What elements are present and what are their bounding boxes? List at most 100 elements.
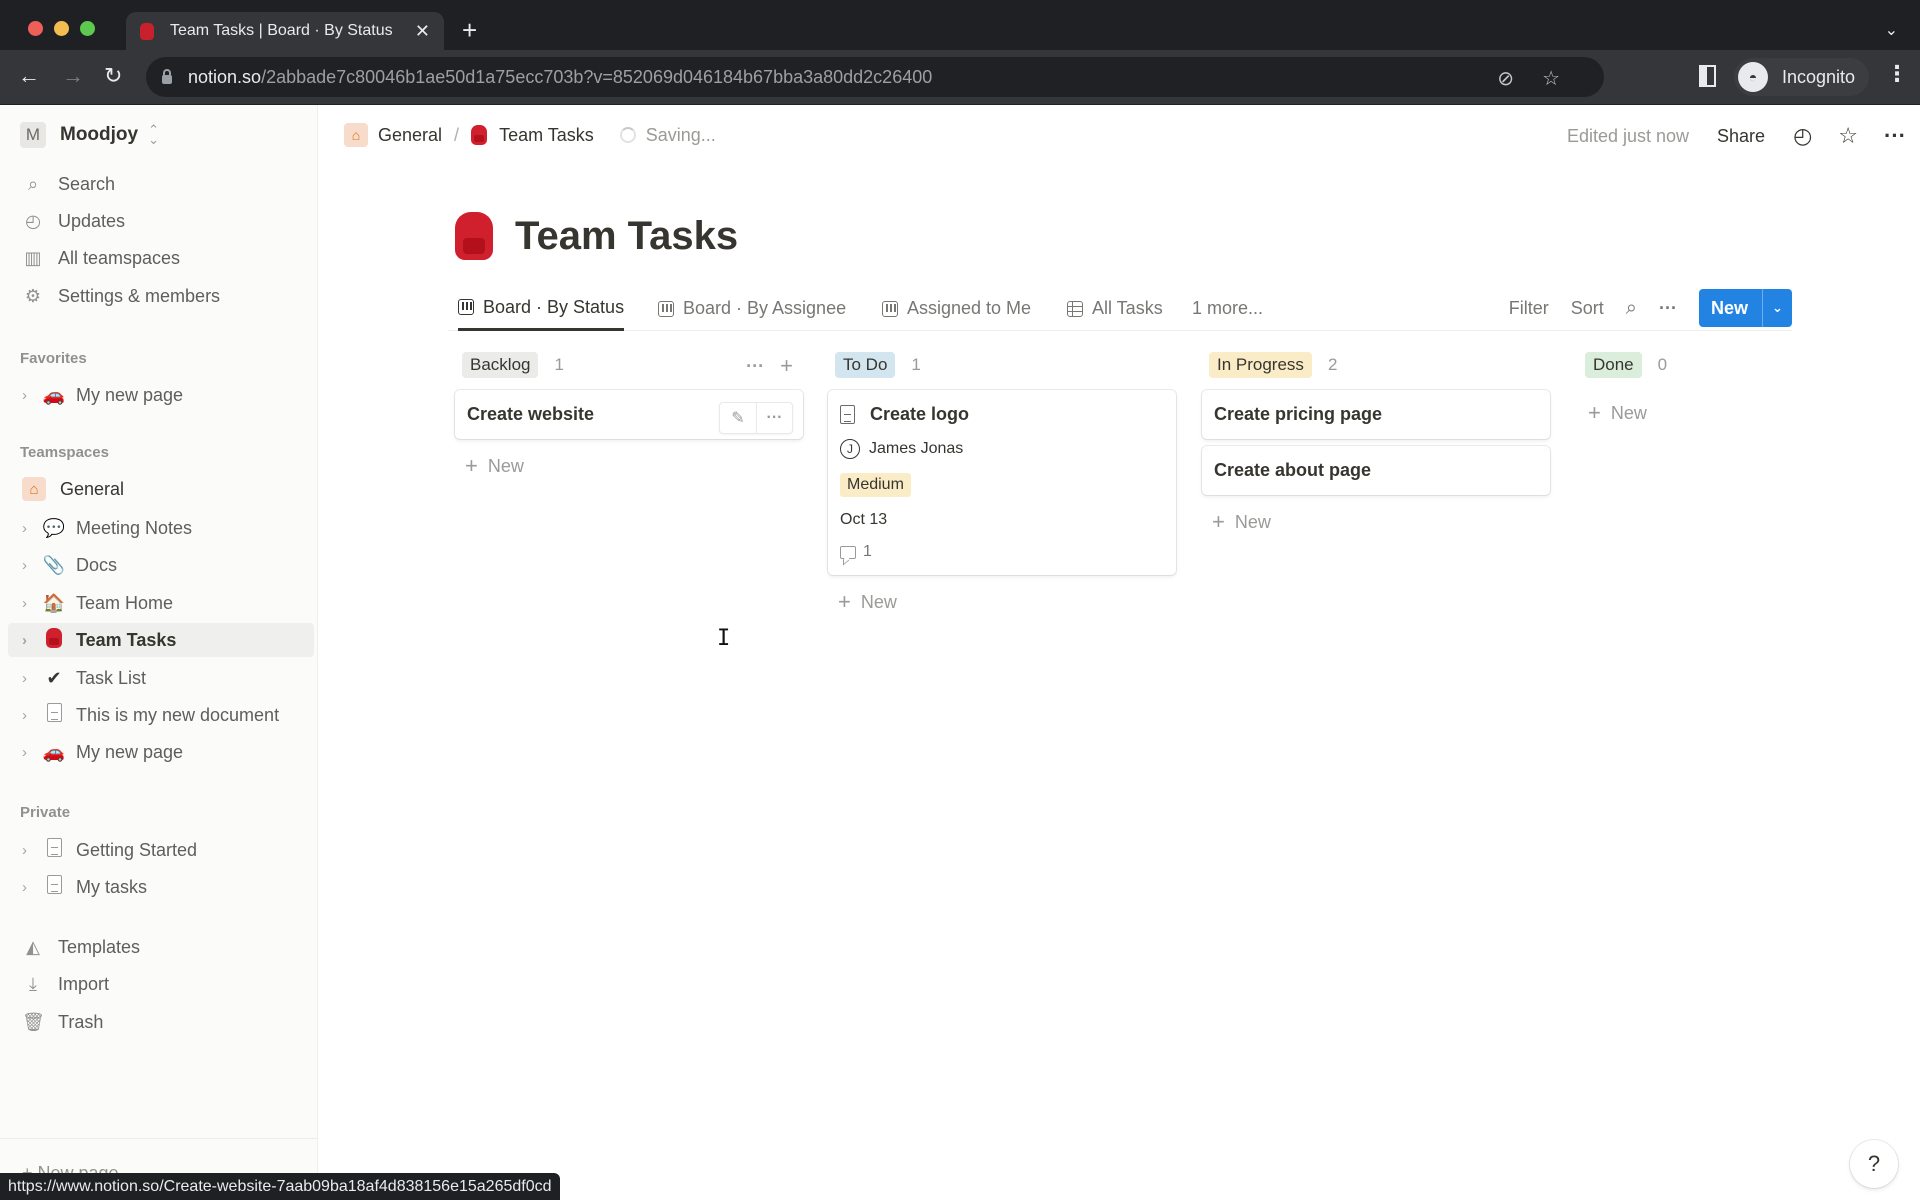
breadcrumb-general[interactable]: General bbox=[378, 125, 442, 146]
breadcrumb-separator: / bbox=[454, 124, 460, 145]
sidebar-page-docs[interactable]: › 📎 Docs bbox=[8, 548, 314, 582]
tab-label: Board · By Status bbox=[483, 296, 625, 317]
tab-all-tasks[interactable]: All Tasks bbox=[1067, 286, 1163, 331]
board-card[interactable]: Create pricing page bbox=[1202, 390, 1550, 439]
close-tab-icon[interactable]: ✕ bbox=[415, 21, 430, 42]
backpack-favicon-icon bbox=[140, 22, 154, 40]
sidebar-item-trash[interactable]: 🗑 Trash bbox=[8, 1005, 314, 1039]
chevron-right-icon[interactable]: › bbox=[22, 557, 34, 574]
chevron-right-icon[interactable]: › bbox=[22, 744, 34, 761]
backpack-page-icon[interactable] bbox=[455, 212, 493, 260]
more-options-icon[interactable]: ··· bbox=[1659, 298, 1677, 319]
column-count: 1 bbox=[911, 355, 921, 374]
sidebar-page-my-new-page-2[interactable]: › 🚗 My new page bbox=[8, 735, 314, 769]
history-clock-icon[interactable]: ◴ bbox=[1793, 123, 1812, 149]
sidebar-page-meeting-notes[interactable]: › 💬 Meeting Notes bbox=[8, 511, 314, 545]
sidebar-page-team-home[interactable]: › 🏠 Team Home bbox=[8, 586, 314, 620]
more-options-icon[interactable]: ··· bbox=[746, 356, 764, 377]
browser-tab[interactable]: Team Tasks | Board · By Status ✕ bbox=[126, 12, 444, 50]
chevron-right-icon[interactable]: › bbox=[22, 879, 34, 896]
board-card[interactable]: Create about page bbox=[1202, 446, 1550, 495]
column-header: To Do 1 bbox=[828, 350, 1176, 380]
maximize-window-button[interactable] bbox=[80, 21, 95, 36]
plus-icon[interactable]: + bbox=[780, 353, 793, 379]
board-column-todo: To Do 1 Create logo J James Jonas Medium… bbox=[828, 350, 1176, 617]
page-title[interactable]: Team Tasks bbox=[515, 214, 738, 259]
add-card-button[interactable]: + New bbox=[828, 587, 1176, 617]
minimize-window-button[interactable] bbox=[54, 21, 69, 36]
more-views-button[interactable]: 1 more... bbox=[1192, 286, 1263, 331]
paperclip-icon: 📎 bbox=[42, 554, 66, 575]
workspace-switcher[interactable]: M Moodjoy ⌃ ⌄ bbox=[20, 122, 159, 148]
templates-icon: ◭ bbox=[26, 936, 40, 957]
forward-arrow-icon[interactable]: → bbox=[62, 62, 84, 90]
document-icon bbox=[42, 703, 66, 727]
chevron-right-icon[interactable]: › bbox=[22, 670, 34, 687]
sidebar-page-new-document[interactable]: › This is my new document bbox=[8, 698, 314, 732]
new-button[interactable]: New ⌄ bbox=[1698, 289, 1792, 327]
new-tab-button[interactable]: + bbox=[462, 17, 477, 43]
sidebar-page-getting-started[interactable]: › Getting Started bbox=[8, 833, 314, 867]
chevron-right-icon[interactable]: › bbox=[22, 520, 34, 537]
add-card-button[interactable]: + New bbox=[1202, 507, 1550, 537]
breadcrumb-team-tasks[interactable]: Team Tasks bbox=[499, 125, 594, 146]
status-pill[interactable]: Done bbox=[1585, 352, 1642, 378]
status-pill[interactable]: Backlog bbox=[462, 352, 539, 378]
side-panel-icon[interactable] bbox=[1699, 65, 1716, 87]
column-tools: ··· + bbox=[730, 353, 793, 379]
search-icon[interactable]: ⌕ bbox=[1626, 297, 1637, 320]
more-options-icon[interactable]: ··· bbox=[1884, 123, 1906, 149]
help-button[interactable]: ? bbox=[1850, 1140, 1898, 1188]
pencil-icon[interactable]: ✎ bbox=[720, 403, 756, 433]
sidebar-item-all-teamspaces[interactable]: ▥ All teamspaces bbox=[8, 241, 314, 275]
tab-search-chevron-icon[interactable]: ⌄ bbox=[1885, 20, 1898, 40]
close-window-button[interactable] bbox=[28, 21, 43, 36]
chevron-down-icon[interactable]: ⌄ bbox=[1762, 289, 1792, 327]
sidebar-item-updates[interactable]: ◴ Updates bbox=[8, 204, 314, 238]
share-button[interactable]: Share bbox=[1717, 126, 1765, 147]
tab-assigned-to-me[interactable]: Assigned to Me bbox=[882, 286, 1031, 331]
sidebar-item-import[interactable]: ⤓ Import bbox=[8, 967, 314, 1001]
more-options-icon[interactable]: ··· bbox=[756, 403, 792, 433]
reload-icon[interactable]: ↻ bbox=[104, 62, 122, 90]
filter-button[interactable]: Filter bbox=[1509, 298, 1549, 319]
address-bar[interactable]: notion.so/2abbade7c80046b1ae50d1a75ecc70… bbox=[146, 57, 1604, 97]
chevron-right-icon[interactable]: › bbox=[22, 595, 34, 612]
private-heading: Private bbox=[20, 804, 71, 821]
tab-board-by-assignee[interactable]: Board · By Assignee bbox=[658, 286, 846, 331]
eye-slash-icon[interactable]: ⊘ bbox=[1497, 66, 1514, 91]
add-card-label: New bbox=[487, 455, 524, 476]
sidebar-page-my-tasks[interactable]: › My tasks bbox=[8, 870, 314, 904]
browser-menu-icon[interactable]: ⋮ bbox=[1886, 61, 1908, 87]
chevron-right-icon[interactable]: › bbox=[22, 387, 34, 404]
status-pill[interactable]: To Do bbox=[835, 352, 896, 378]
chevron-right-icon[interactable]: › bbox=[22, 707, 34, 724]
link-status-bar: https://www.notion.so/Create-website-7aa… bbox=[0, 1173, 560, 1200]
board-card[interactable]: Create website ✎ ··· bbox=[455, 390, 803, 439]
sidebar-page-team-tasks[interactable]: › Team Tasks bbox=[8, 623, 314, 657]
tab-board-by-status[interactable]: Board · By Status bbox=[458, 286, 625, 331]
chevron-right-icon[interactable]: › bbox=[22, 842, 34, 859]
new-button-label[interactable]: New bbox=[1699, 298, 1762, 319]
sidebar-item-search[interactable]: ⌕ Search bbox=[8, 167, 314, 201]
incognito-profile-button[interactable]: ◓ Incognito bbox=[1734, 58, 1870, 96]
bookmark-star-icon[interactable]: ☆ bbox=[1542, 66, 1560, 91]
favorite-star-icon[interactable]: ☆ bbox=[1838, 123, 1858, 149]
sidebar-page-my-new-page[interactable]: › 🚗 My new page bbox=[8, 378, 314, 412]
sidebar-page-task-list[interactable]: › ✔ Task List bbox=[8, 661, 314, 695]
sidebar-teamspace-general[interactable]: ⌂ General bbox=[8, 472, 314, 506]
add-card-button[interactable]: + New bbox=[455, 451, 803, 481]
board-card[interactable]: Create logo J James Jonas Medium Oct 13 … bbox=[828, 390, 1176, 575]
add-card-button[interactable]: + New bbox=[1578, 398, 1778, 428]
sort-button[interactable]: Sort bbox=[1571, 298, 1604, 319]
sidebar-item-templates[interactable]: ◭ Templates bbox=[8, 930, 314, 964]
sidebar-item-settings[interactable]: ⚙ Settings & members bbox=[8, 279, 314, 313]
comment-count: 1 bbox=[863, 543, 872, 560]
status-pill[interactable]: In Progress bbox=[1209, 352, 1312, 378]
checkmark-icon: ✔ bbox=[46, 667, 62, 688]
chevron-right-icon[interactable]: › bbox=[22, 632, 34, 649]
house-icon: ⌂ bbox=[344, 123, 368, 147]
browser-toolbar: ← → ↻ notion.so/2abbade7c80046b1ae50d1a7… bbox=[0, 50, 1920, 105]
back-arrow-icon[interactable]: ← bbox=[18, 62, 40, 90]
saving-status: Saving... bbox=[645, 124, 716, 145]
